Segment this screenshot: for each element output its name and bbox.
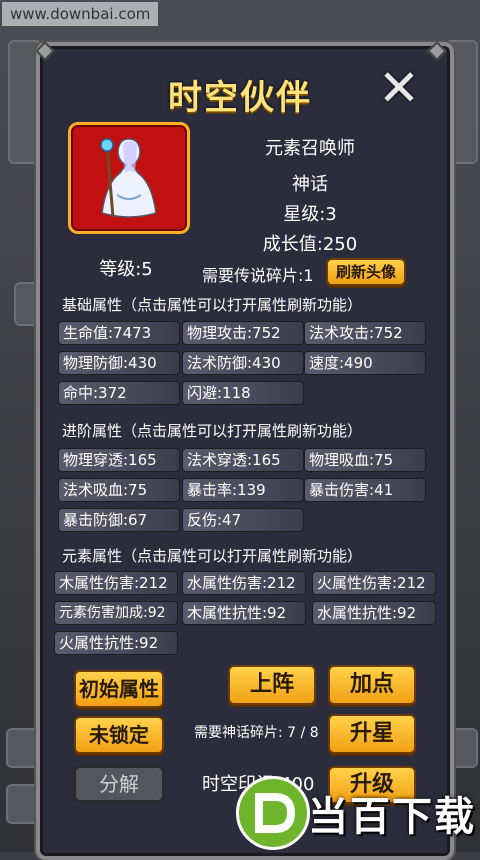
attr-water-resistance[interactable]: 水属性抗性:92 bbox=[312, 601, 436, 625]
logo-text: 当百下载 bbox=[308, 794, 476, 840]
hero-growth: 成长值:250 bbox=[262, 234, 358, 255]
hero-class: 元素召唤师 bbox=[265, 138, 355, 159]
myth-fragments-needed: 需要神话碎片: 7 / 8 bbox=[194, 725, 319, 741]
attr-reflect-damage[interactable]: 反伤:47 bbox=[182, 508, 304, 532]
deploy-button[interactable]: 上阵 bbox=[228, 665, 316, 705]
hero-level: 等级:5 bbox=[99, 259, 153, 280]
attr-magic-defense[interactable]: 法术防御:430 bbox=[182, 351, 304, 375]
hero-portrait[interactable] bbox=[68, 122, 190, 234]
attr-hit[interactable]: 命中:372 bbox=[58, 381, 180, 405]
attr-crit-damage[interactable]: 暴击伤害:41 bbox=[304, 478, 426, 502]
close-icon[interactable]: ✕ bbox=[376, 63, 422, 113]
attr-crit-rate[interactable]: 暴击率:139 bbox=[182, 478, 304, 502]
decompose-button[interactable]: 分解 bbox=[74, 766, 164, 802]
attr-hp[interactable]: 生命值:7473 bbox=[58, 321, 180, 345]
basic-attr-title: 基础属性（点击属性可以打开属性刷新功能） bbox=[62, 296, 363, 314]
hero-rarity: 神话 bbox=[292, 174, 328, 195]
summoner-figure-icon bbox=[100, 138, 157, 218]
attr-crit-defense[interactable]: 暴击防御:67 bbox=[58, 508, 180, 532]
attr-physical-defense[interactable]: 物理防御:430 bbox=[58, 351, 180, 375]
lock-toggle-button[interactable]: 未锁定 bbox=[74, 716, 164, 754]
attr-magic-penetration[interactable]: 法术穿透:165 bbox=[182, 448, 304, 472]
attr-dodge[interactable]: 闪避:118 bbox=[182, 381, 304, 405]
attr-magic-lifesteal[interactable]: 法术吸血:75 bbox=[58, 478, 180, 502]
attr-fire-damage[interactable]: 火属性伤害:212 bbox=[312, 571, 436, 595]
attr-physical-attack[interactable]: 物理攻击:752 bbox=[182, 321, 304, 345]
attr-element-damage-bonus[interactable]: 元素伤害加成:92 bbox=[54, 601, 178, 625]
element-attr-title: 元素属性（点击属性可以打开属性刷新功能） bbox=[62, 547, 363, 565]
add-points-button[interactable]: 加点 bbox=[328, 665, 416, 705]
attr-speed[interactable]: 速度:490 bbox=[304, 351, 426, 375]
site-logo-watermark: 当百下载 bbox=[236, 770, 480, 852]
advanced-attr-title: 进阶属性（点击属性可以打开属性刷新功能） bbox=[62, 422, 363, 440]
initial-attributes-button[interactable]: 初始属性 bbox=[74, 670, 164, 708]
hero-stars: 星级:3 bbox=[283, 204, 337, 225]
background-side-button bbox=[6, 728, 40, 768]
attr-physical-penetration[interactable]: 物理穿透:165 bbox=[58, 448, 180, 472]
star-up-button[interactable]: 升星 bbox=[328, 714, 416, 754]
watermark-url: www.downbai.com bbox=[2, 2, 159, 26]
attr-water-damage[interactable]: 水属性伤害:212 bbox=[182, 571, 306, 595]
legend-fragments-needed: 需要传说碎片:1 bbox=[202, 266, 314, 285]
attr-physical-lifesteal[interactable]: 物理吸血:75 bbox=[304, 448, 426, 472]
logo-circle-icon bbox=[236, 776, 310, 850]
attr-wood-damage[interactable]: 木属性伤害:212 bbox=[54, 571, 178, 595]
background-side-button bbox=[6, 784, 40, 824]
refresh-avatar-button[interactable]: 刷新头像 bbox=[326, 258, 406, 286]
attr-fire-resistance[interactable]: 火属性抗性:92 bbox=[54, 631, 178, 655]
attr-magic-attack[interactable]: 法术攻击:752 bbox=[304, 321, 426, 345]
attr-wood-resistance[interactable]: 木属性抗性:92 bbox=[182, 601, 306, 625]
